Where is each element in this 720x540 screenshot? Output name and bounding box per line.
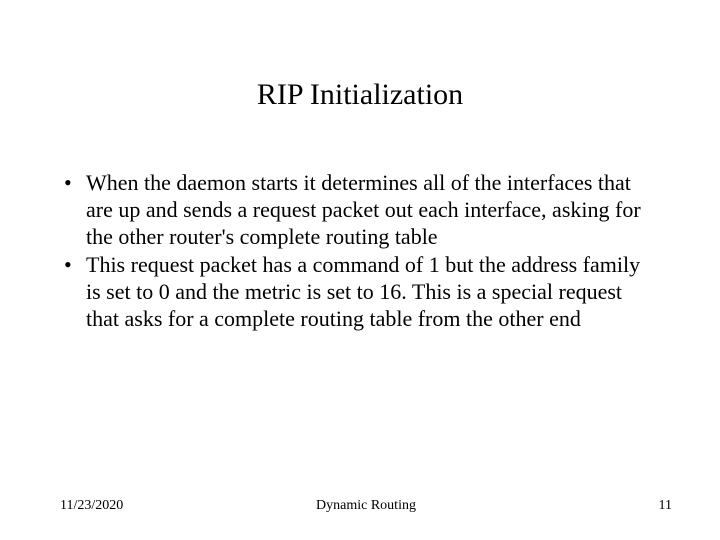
slide-footer: 11/23/2020 Dynamic Routing 11 [60,498,672,514]
footer-page-number: 11 [659,498,672,514]
bullet-list: When the daemon starts it determines all… [60,170,660,333]
footer-date: 11/23/2020 [60,498,123,514]
slide-title: RIP Initialization [0,78,720,112]
list-item: When the daemon starts it determines all… [60,170,660,250]
footer-title: Dynamic Routing [60,498,672,514]
list-item: This request packet has a command of 1 b… [60,252,660,332]
slide-body: When the daemon starts it determines all… [60,170,660,335]
slide: RIP Initialization When the daemon start… [0,0,720,540]
